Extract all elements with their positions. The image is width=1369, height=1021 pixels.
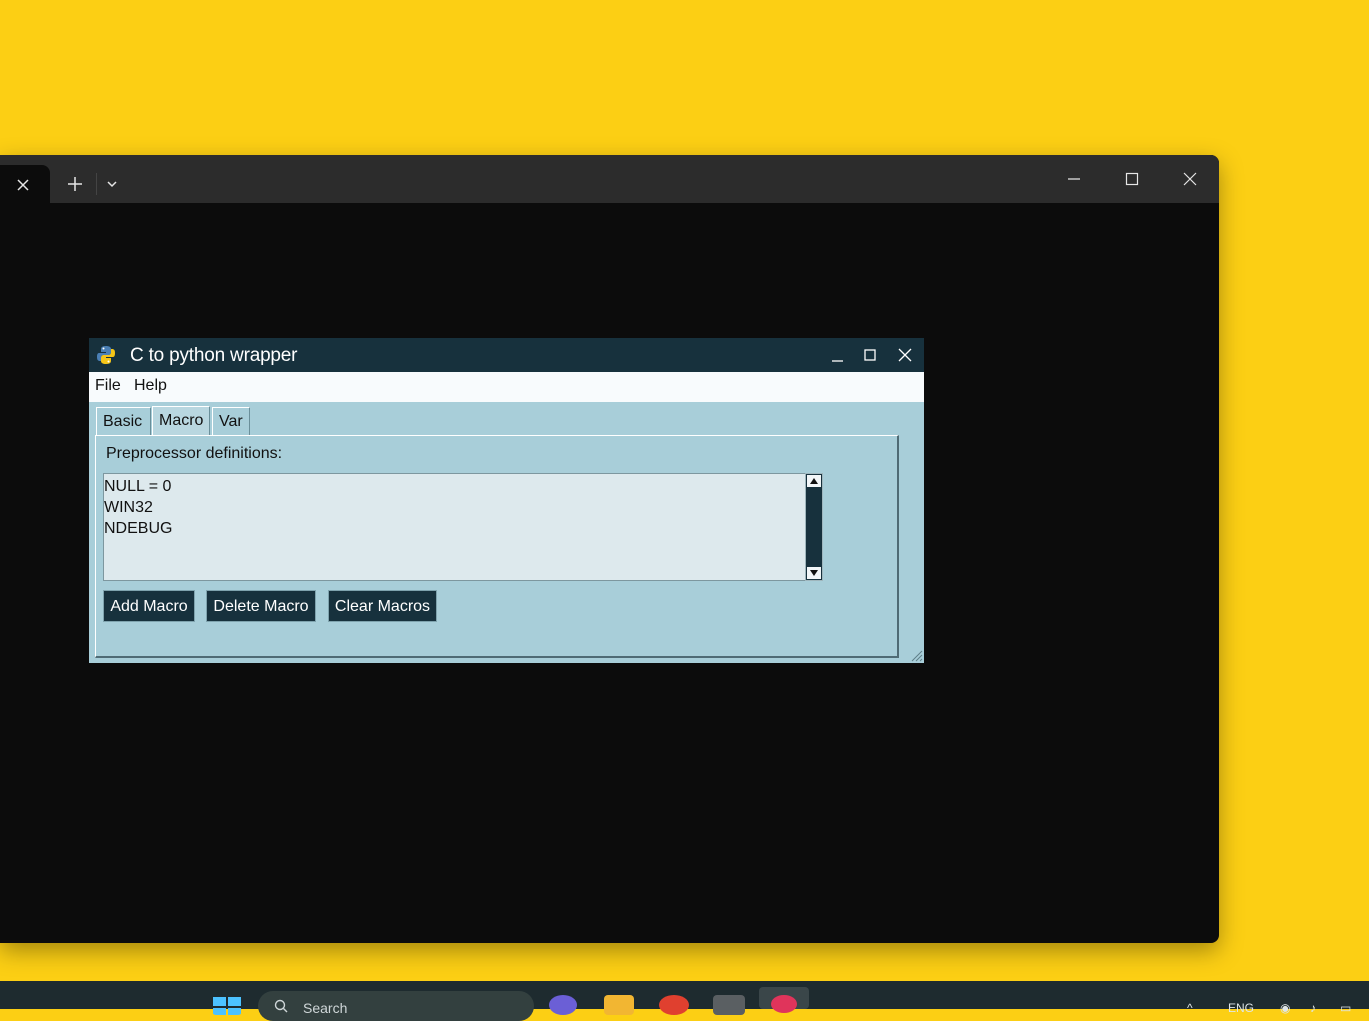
add-macro-button[interactable]: Add Macro bbox=[103, 590, 195, 622]
taskbar-search[interactable]: Search bbox=[258, 991, 534, 1021]
list-item[interactable]: NDEBUG bbox=[104, 518, 805, 539]
list-item[interactable]: WIN32 bbox=[104, 497, 805, 518]
plus-icon[interactable] bbox=[64, 173, 86, 195]
maximize-icon bbox=[1125, 172, 1139, 186]
battery-icon[interactable]: ▭ bbox=[1340, 1001, 1351, 1015]
tab-macro[interactable]: Macro bbox=[152, 406, 210, 436]
active-app-slot[interactable] bbox=[759, 987, 809, 1013]
app-titlebar[interactable]: C to python wrapper bbox=[89, 338, 924, 372]
search-placeholder: Search bbox=[303, 1000, 348, 1016]
arrow-down-icon bbox=[810, 570, 818, 576]
minimize-icon bbox=[1068, 178, 1080, 180]
app-window: C to python wrapper File Help Basic Macr… bbox=[89, 338, 924, 663]
resize-grip-icon[interactable] bbox=[909, 648, 923, 662]
menu-file[interactable]: File bbox=[95, 377, 121, 395]
python-logo-icon bbox=[97, 346, 115, 364]
search-icon bbox=[274, 999, 288, 1013]
window-title: C to python wrapper bbox=[130, 345, 298, 366]
volume-icon[interactable]: ♪ bbox=[1310, 1001, 1316, 1015]
language-indicator[interactable]: ENG bbox=[1228, 1001, 1254, 1015]
close-icon bbox=[1183, 172, 1197, 186]
wifi-icon[interactable]: ◉ bbox=[1280, 1001, 1290, 1015]
teams-icon[interactable] bbox=[549, 995, 577, 1015]
list-item[interactable]: NULL = 0 bbox=[104, 476, 805, 497]
app-icon bbox=[771, 995, 797, 1013]
close-icon[interactable] bbox=[14, 176, 32, 194]
macro-listbox[interactable]: NULL = 0 WIN32 NDEBUG bbox=[103, 473, 806, 581]
chevron-down-icon[interactable] bbox=[104, 176, 120, 192]
listbox-scrollbar[interactable] bbox=[805, 473, 823, 581]
close-button[interactable] bbox=[892, 344, 918, 366]
taskbar: Search ^ ENG ◉ ♪ ▭ bbox=[0, 981, 1369, 1021]
file-explorer-icon[interactable] bbox=[604, 995, 634, 1015]
scroll-up-button[interactable] bbox=[807, 475, 821, 487]
tab-var[interactable]: Var bbox=[212, 407, 250, 435]
preprocessor-label: Preprocessor definitions: bbox=[106, 445, 283, 462]
terminal-icon[interactable] bbox=[713, 995, 745, 1015]
tab-separator bbox=[96, 173, 97, 195]
minimize-icon bbox=[832, 360, 843, 362]
maximize-button[interactable] bbox=[1114, 165, 1150, 193]
terminal-tab[interactable] bbox=[0, 165, 50, 203]
maximize-button[interactable] bbox=[857, 344, 883, 366]
close-button[interactable] bbox=[1172, 165, 1208, 193]
chevron-up-icon[interactable]: ^ bbox=[1187, 1001, 1193, 1015]
menu-help[interactable]: Help bbox=[134, 377, 167, 395]
maximize-icon bbox=[864, 349, 876, 361]
windows-start-icon[interactable] bbox=[212, 995, 242, 1015]
terminal-titlebar bbox=[0, 155, 1219, 203]
minimize-button[interactable] bbox=[1056, 165, 1092, 193]
menu-bar: File Help bbox=[89, 372, 924, 402]
scroll-down-button[interactable] bbox=[807, 567, 821, 579]
chrome-icon[interactable] bbox=[659, 995, 689, 1015]
delete-macro-button[interactable]: Delete Macro bbox=[206, 590, 316, 622]
minimize-button[interactable] bbox=[825, 344, 851, 366]
close-icon bbox=[898, 348, 912, 362]
arrow-up-icon bbox=[810, 478, 818, 484]
tab-basic[interactable]: Basic bbox=[96, 407, 151, 435]
clear-macros-button[interactable]: Clear Macros bbox=[328, 590, 437, 622]
